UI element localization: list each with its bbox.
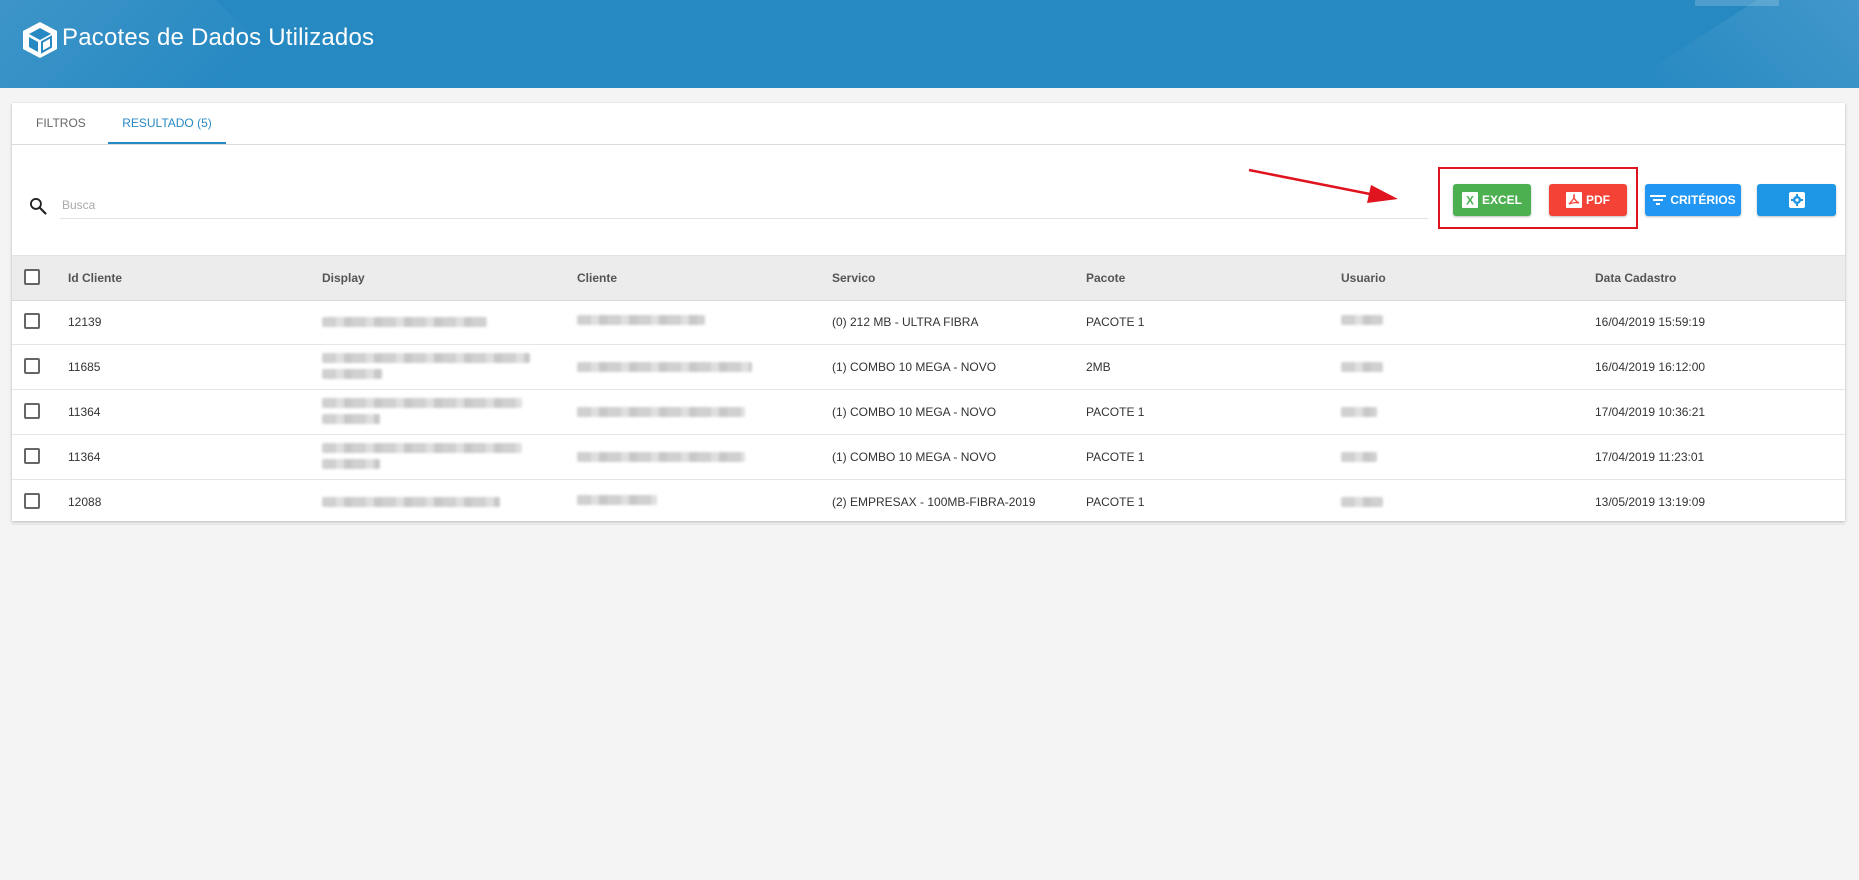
cell-servico: (1) COMBO 10 MEGA - NOVO (832, 360, 997, 374)
annotation-arrow-icon (1248, 168, 1398, 203)
column-header-cliente[interactable]: Cliente (577, 256, 617, 300)
redacted-display (322, 317, 487, 327)
redacted-usuario (1341, 452, 1377, 462)
header-decoration-right (1621, 0, 1859, 88)
redacted-usuario (1341, 407, 1377, 417)
table-row[interactable]: 12139 (0) 212 MB - ULTRA FIBRA PACOTE 1 … (12, 300, 1845, 345)
cell-pacote: PACOTE 1 (1086, 315, 1145, 329)
row-checkbox[interactable] (24, 448, 40, 464)
app-header: Pacotes de Dados Utilizados (0, 0, 1859, 88)
pdf-button-label: PDF (1586, 193, 1610, 207)
page-title: Pacotes de Dados Utilizados (62, 24, 375, 51)
column-header-pacote[interactable]: Pacote (1086, 256, 1125, 300)
redacted-cliente (577, 495, 657, 505)
row-checkbox[interactable] (24, 358, 40, 374)
search-input[interactable] (60, 191, 1428, 219)
redacted-display (322, 459, 380, 469)
row-checkbox[interactable] (24, 403, 40, 419)
tab-bar: FILTROS RESULTADO (5) (12, 103, 1845, 145)
cell-data-cadastro: 17/04/2019 11:23:01 (1595, 450, 1705, 464)
cell-data-cadastro: 17/04/2019 10:36:21 (1595, 405, 1706, 419)
pdf-icon (1566, 192, 1582, 208)
column-header-usuario[interactable]: Usuario (1341, 256, 1386, 300)
cell-data-cadastro: 16/04/2019 15:59:19 (1595, 315, 1706, 329)
criterios-button-label: CRITÉRIOS (1670, 193, 1736, 207)
cell-id-cliente: 11364 (68, 450, 101, 464)
column-header-id-cliente[interactable]: Id Cliente (68, 256, 122, 300)
cell-pacote: 2MB (1086, 360, 1111, 374)
column-header-data-cadastro[interactable]: Data Cadastro (1595, 256, 1676, 300)
redacted-display (322, 497, 500, 507)
table-row[interactable]: 11685 (1) COMBO 10 MEGA - NOVO 2MB 16/04… (12, 345, 1845, 390)
excel-export-button[interactable]: X EXCEL (1453, 184, 1531, 216)
redacted-cliente (577, 315, 705, 325)
redacted-display (322, 398, 522, 408)
cell-servico: (2) EMPRESAX - 100MB-FIBRA-2019 (832, 495, 1036, 509)
column-header-servico[interactable]: Servico (832, 256, 875, 300)
result-card: FILTROS RESULTADO (5) X EXCEL PDF (12, 103, 1845, 525)
cell-id-cliente: 11685 (68, 360, 101, 374)
redacted-cliente (577, 407, 745, 417)
cell-id-cliente: 12088 (68, 495, 102, 509)
tab-filtros[interactable]: FILTROS (22, 103, 100, 144)
redacted-cliente (577, 452, 745, 462)
table-row[interactable]: 11364 (1) COMBO 10 MEGA - NOVO PACOTE 1 … (12, 435, 1845, 480)
cell-pacote: PACOTE 1 (1086, 495, 1145, 509)
cell-id-cliente: 12139 (68, 315, 102, 329)
cell-data-cadastro: 13/05/2019 13:19:09 (1595, 495, 1706, 509)
redacted-usuario (1341, 315, 1383, 325)
filter-icon (1650, 193, 1667, 207)
pdf-export-button[interactable]: PDF (1549, 184, 1627, 216)
redacted-usuario (1341, 497, 1383, 507)
svg-text:X: X (1466, 194, 1474, 208)
redacted-usuario (1341, 362, 1383, 372)
redacted-display (322, 353, 530, 363)
cell-servico: (1) COMBO 10 MEGA - NOVO (832, 450, 997, 464)
table-row[interactable]: 12088 (2) EMPRESAX - 100MB-FIBRA-2019 PA… (12, 480, 1845, 525)
criterios-button[interactable]: CRITÉRIOS (1645, 184, 1741, 216)
cell-pacote: PACOTE 1 (1086, 450, 1145, 464)
excel-icon: X (1461, 192, 1478, 208)
redacted-cliente (577, 362, 752, 372)
gear-icon (1788, 192, 1805, 208)
tab-resultado[interactable]: RESULTADO (5) (108, 103, 226, 144)
cell-pacote: PACOTE 1 (1086, 405, 1145, 419)
column-header-display[interactable]: Display (322, 256, 365, 300)
excel-button-label: EXCEL (1481, 193, 1522, 207)
row-checkbox[interactable] (24, 313, 40, 329)
table-row[interactable]: 11364 (1) COMBO 10 MEGA - NOVO PACOTE 1 … (12, 390, 1845, 435)
cell-servico: (1) COMBO 10 MEGA - NOVO (832, 405, 997, 419)
redacted-display (322, 443, 522, 453)
select-all-checkbox[interactable] (24, 269, 40, 285)
table-header: Id Cliente Display Cliente Servico Pacot… (12, 255, 1845, 301)
cell-id-cliente: 11364 (68, 405, 101, 419)
redacted-display (322, 369, 382, 379)
redacted-display (322, 414, 380, 424)
cell-servico: (0) 212 MB - ULTRA FIBRA (832, 315, 979, 329)
row-checkbox[interactable] (24, 493, 40, 509)
header-corner-decoration (1695, 0, 1779, 6)
settings-button[interactable] (1757, 184, 1836, 216)
box-logo-icon (23, 22, 57, 58)
cell-data-cadastro: 16/04/2019 16:12:00 (1595, 360, 1706, 374)
search-icon (29, 198, 47, 215)
